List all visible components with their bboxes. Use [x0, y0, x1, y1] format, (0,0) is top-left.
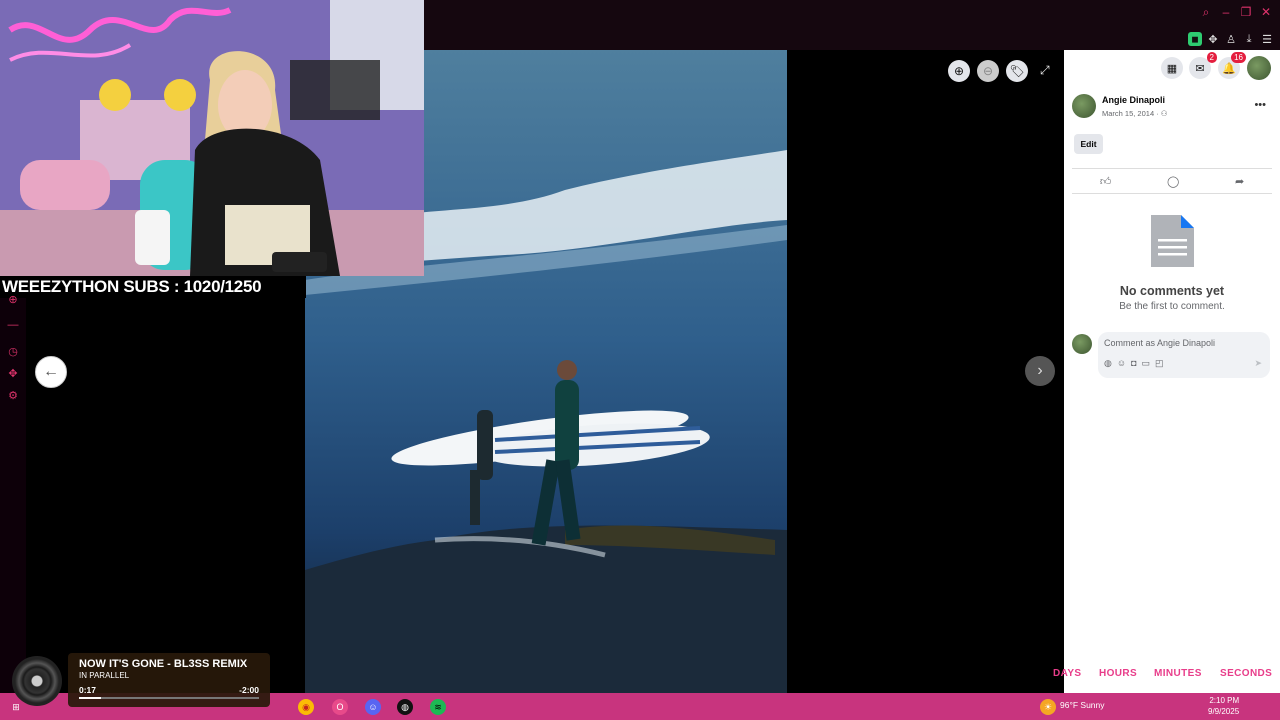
emoji-icon[interactable]: ☺ — [1117, 358, 1126, 369]
post-header: Angie Dinapoli March 15, 2014 · ⚇ ••• — [1072, 94, 1272, 124]
tag-icon[interactable]: 🏷 — [1006, 60, 1028, 82]
opera-icon[interactable]: O — [332, 699, 348, 715]
comment-icon[interactable]: ◯ — [1167, 175, 1179, 188]
comment-input[interactable]: Comment as Angie Dinapoli ◍ ☺ ◘ ▭ ◰ ➤ — [1098, 332, 1270, 378]
like-icon[interactable]: 👍︎ — [1100, 175, 1112, 188]
no-comments-document-icon — [1151, 215, 1194, 267]
send-icon[interactable]: ➤ — [1254, 358, 1262, 369]
song-elapsed: 0:17 — [79, 685, 97, 695]
commenter-avatar[interactable] — [1072, 334, 1092, 354]
now-playing-widget: NOW IT'S GONE - BL3SS REMIX IN PARALLEL … — [68, 653, 270, 707]
post-actions: 👍︎ ◯ ➦ — [1072, 168, 1272, 194]
profile-avatar[interactable] — [1247, 56, 1271, 80]
song-remaining: -2:00 — [239, 685, 259, 695]
system-clock[interactable]: 2:10 PM 9/9/2025 — [1208, 695, 1239, 717]
close-icon[interactable]: ✕ — [1258, 5, 1274, 19]
song-title: NOW IT'S GONE - BL3SS REMIX — [79, 658, 248, 670]
notifications-icon[interactable]: 🔔 16 — [1218, 52, 1246, 79]
gif-icon[interactable]: ▭ — [1142, 358, 1151, 369]
left-sidebar: ⊕ — ◷ ✥ ⚙ — [0, 294, 26, 693]
window-controls: ⌕ – ❐ ✕ — [1198, 2, 1274, 22]
edit-button[interactable]: Edit — [1074, 134, 1103, 154]
countdown-label-minutes: MINUTES — [1154, 668, 1202, 679]
countdown-timer: DAYS HOURS MINUTES SECONDS 1 07 28 55 — [1040, 664, 1273, 710]
vinyl-record-icon — [12, 656, 62, 706]
clock-time: 2:10 PM — [1209, 696, 1240, 705]
panel-topbar: ▦ ✉ 2 🔔 16 — [1064, 50, 1280, 86]
profile-icon[interactable]: ♙ — [1224, 32, 1238, 46]
arrow-left-icon: ← — [43, 363, 59, 380]
obs-icon[interactable]: ◍ — [397, 699, 413, 715]
puzzle-icon[interactable]: ✥ — [1206, 32, 1220, 46]
spotify-icon[interactable]: ≋ — [430, 699, 446, 715]
extensions-row: ◼ ✥ ♙ ⤓ ☰ — [1188, 30, 1274, 48]
weather-text[interactable]: 96°F Sunny — [1060, 700, 1105, 710]
subs-goal-text: WEEEZYTHON SUBS : 1020/1250 — [0, 276, 306, 298]
song-progress-bar — [79, 697, 259, 699]
messenger-badge: 2 — [1206, 52, 1217, 63]
extensions-icon[interactable]: ✥ — [6, 367, 20, 381]
clock-date: 9/9/2025 — [1208, 707, 1240, 716]
apps-grid-icon[interactable]: ▦ — [1161, 57, 1183, 79]
minimize-icon[interactable]: – — [1218, 5, 1234, 19]
post-date-text: March 15, 2014 · — [1102, 109, 1161, 118]
chrome-icon[interactable]: ◉ — [298, 699, 314, 715]
download-icon[interactable]: ⤓ — [1242, 32, 1256, 46]
more-options-icon[interactable]: ••• — [1254, 99, 1266, 111]
author-name[interactable]: Angie Dinapoli — [1102, 95, 1165, 105]
countdown-label-hours: HOURS — [1099, 668, 1138, 679]
search-icon[interactable]: ⌕ — [1198, 5, 1214, 20]
share-icon[interactable]: ➦ — [1235, 175, 1244, 188]
history-icon[interactable]: ◷ — [6, 345, 20, 359]
countdown-label-seconds: SECONDS — [1220, 668, 1273, 679]
no-comments-title: No comments yet — [1119, 284, 1225, 298]
restore-icon[interactable]: ❐ — [1238, 5, 1254, 19]
song-artist: IN PARALLEL — [79, 671, 130, 680]
chevron-right-icon: › — [1037, 362, 1043, 379]
countdown-label-days: DAYS — [1053, 668, 1082, 679]
avatar-sticker-icon[interactable]: ◍ — [1104, 358, 1112, 369]
messenger-icon[interactable]: ✉ 2 — [1189, 52, 1217, 79]
camera-icon[interactable]: ◘ — [1131, 358, 1136, 369]
notifications-badge: 16 — [1231, 52, 1246, 63]
settings-icon[interactable]: ⚙ — [6, 389, 20, 403]
weather-sun-icon: ☀ — [1040, 699, 1056, 715]
friends-icon: ⚇ — [1160, 109, 1168, 118]
author-avatar[interactable] — [1072, 94, 1096, 118]
zoom-out-icon[interactable]: ⊖ — [977, 60, 999, 82]
extension-icon[interactable]: ◼ — [1188, 32, 1202, 46]
dash-icon[interactable]: — — [6, 318, 20, 332]
sticker-icon[interactable]: ◰ — [1155, 358, 1164, 369]
song-progress-fill — [79, 697, 101, 699]
post-side-panel: ▦ ✉ 2 🔔 16 Angie Dinapoli March 15, 2014 ·… — [1064, 50, 1280, 693]
comment-placeholder: Comment as Angie Dinapoli — [1104, 338, 1216, 348]
no-comments-subtitle: Be the first to comment. — [1119, 301, 1225, 312]
add-icon[interactable]: ⊕ — [6, 293, 20, 307]
menu-icon[interactable]: ☰ — [1260, 32, 1274, 46]
post-date[interactable]: March 15, 2014 · ⚇ — [1102, 109, 1168, 118]
zoom-in-icon[interactable]: ⊕ — [948, 60, 970, 82]
viewer-tools: ⊕ ⊖ 🏷 — [948, 60, 1028, 82]
webcam-overlay — [0, 0, 424, 276]
discord-icon[interactable]: ☺ — [365, 699, 381, 715]
fullscreen-icon[interactable]: ⤢ — [1040, 63, 1054, 77]
comment-tools: ◍ ☺ ◘ ▭ ◰ — [1104, 358, 1164, 369]
back-button[interactable]: ← — [35, 356, 67, 388]
next-photo-button[interactable]: › — [1025, 356, 1055, 386]
